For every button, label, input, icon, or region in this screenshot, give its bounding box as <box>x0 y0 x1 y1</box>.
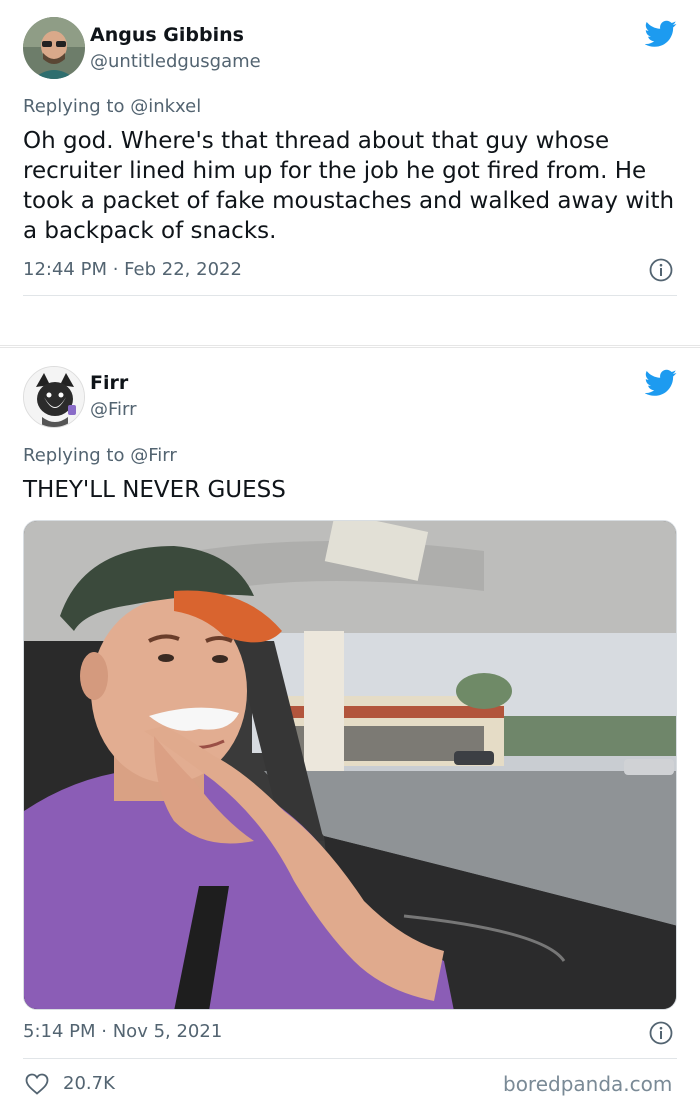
meta-separator: · <box>112 259 125 280</box>
reply-prefix: Replying to <box>23 445 125 466</box>
tweet-time: 5:14 PM <box>23 1021 96 1042</box>
avatar[interactable] <box>23 366 85 428</box>
like-count[interactable]: 20.7K <box>63 1073 115 1094</box>
reply-context: Replying to @inkxel <box>23 96 201 117</box>
tweet-card-1: Angus Gibbins @untitledgusgame Replying … <box>0 0 700 346</box>
display-name[interactable]: Firr <box>90 372 128 394</box>
selfie-in-car-image <box>24 521 676 1009</box>
timestamp[interactable]: 5:14 PM · Nov 5, 2021 <box>23 1021 222 1042</box>
tweet-photo[interactable] <box>23 520 677 1010</box>
divider <box>23 1058 677 1059</box>
tweet-date: Nov 5, 2021 <box>112 1021 223 1042</box>
tweet-time: 12:44 PM <box>23 259 107 280</box>
twitter-bird-icon[interactable] <box>645 20 677 48</box>
info-icon[interactable] <box>649 1021 673 1045</box>
meta-separator: · <box>101 1021 113 1042</box>
watermark: boredpanda.com <box>503 1072 673 1096</box>
reply-context: Replying to @Firr <box>23 445 177 466</box>
info-icon[interactable] <box>649 258 673 282</box>
tweet-text: Oh god. Where's that thread about that g… <box>23 128 675 244</box>
avatar[interactable] <box>23 17 85 79</box>
twitter-bird-icon[interactable] <box>645 369 677 397</box>
reply-prefix: Replying to <box>23 96 125 117</box>
tweet-date: Feb 22, 2022 <box>124 259 242 280</box>
timestamp[interactable]: 12:44 PM · Feb 22, 2022 <box>23 259 242 280</box>
divider <box>23 295 677 296</box>
user-handle[interactable]: @untitledgusgame <box>90 51 261 72</box>
user-handle[interactable]: @Firr <box>90 399 137 420</box>
tweet-text: THEY'LL NEVER GUESS <box>23 477 286 503</box>
reply-mention-link[interactable]: @Firr <box>130 445 177 466</box>
heart-icon[interactable] <box>25 1073 49 1095</box>
display-name[interactable]: Angus Gibbins <box>90 24 244 46</box>
reply-mention-link[interactable]: @inkxel <box>130 96 201 117</box>
